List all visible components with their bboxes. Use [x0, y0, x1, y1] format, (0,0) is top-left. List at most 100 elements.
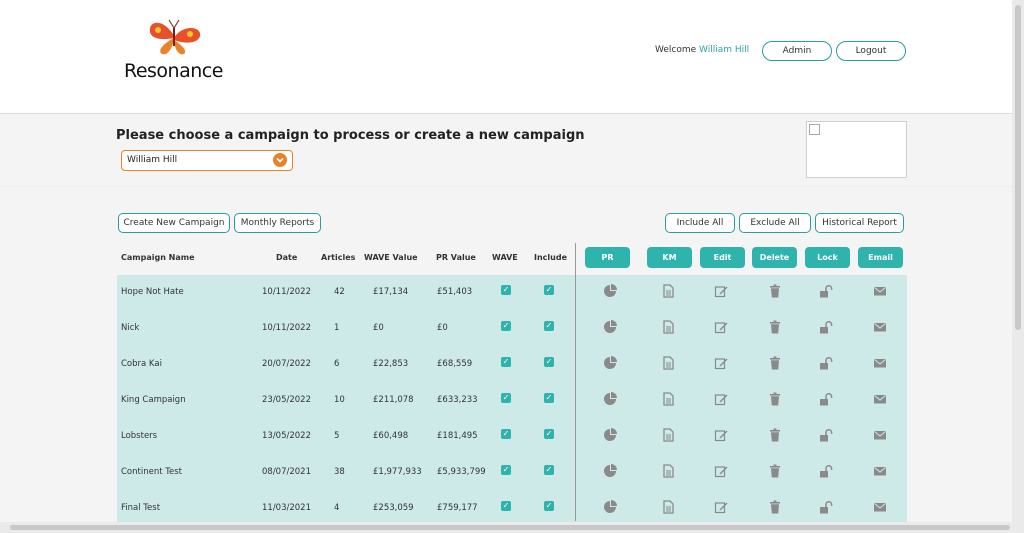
trash-icon[interactable] [768, 499, 782, 514]
table-row[interactable]: Hope Not Hate 10/11/2022 42 £17,134 £51,403 ✓… [117, 275, 907, 311]
include-all-button[interactable]: Include All [665, 213, 735, 233]
email-header-button[interactable]: Email [858, 247, 903, 268]
unlock-icon[interactable] [819, 499, 833, 514]
campaign-table-section: Create New Campaign Monthly Reports Incl… [0, 187, 1012, 522]
logout-button[interactable]: Logout [836, 41, 906, 61]
edit-icon[interactable] [714, 499, 728, 514]
chooser-title: Please choose a campaign to process or c… [116, 128, 585, 143]
lock-header-button[interactable]: Lock [805, 247, 850, 268]
document-icon[interactable] [661, 283, 675, 298]
horizontal-scrollbar[interactable] [0, 522, 1024, 533]
unlock-icon[interactable] [819, 427, 833, 442]
cell-wave-value: £60,498 [373, 431, 409, 441]
document-icon[interactable] [661, 463, 675, 478]
edit-icon[interactable] [714, 319, 728, 334]
cell-name[interactable]: Cobra Kai [121, 359, 162, 369]
document-icon[interactable] [661, 391, 675, 406]
col-articles: Articles [321, 253, 356, 262]
cell-name[interactable]: Continent Test [121, 467, 182, 477]
pie-chart-icon[interactable] [603, 355, 617, 369]
include-checkbox[interactable]: ✓ [544, 321, 554, 331]
monthly-reports-button[interactable]: Monthly Reports [234, 213, 321, 233]
cell-articles: 4 [334, 503, 340, 513]
envelope-icon[interactable] [873, 463, 887, 477]
edit-header-button[interactable]: Edit [700, 247, 745, 268]
pr-report-header-button[interactable]: PR Report [585, 247, 630, 283]
admin-button[interactable]: Admin [762, 41, 832, 61]
trash-icon[interactable] [768, 427, 782, 442]
include-checkbox[interactable]: ✓ [544, 393, 554, 403]
pie-chart-icon[interactable] [603, 391, 617, 405]
envelope-icon[interactable] [873, 319, 887, 333]
wave-checkbox[interactable]: ✓ [501, 465, 511, 475]
pie-chart-icon[interactable] [603, 319, 617, 333]
col-wave: WAVE [492, 253, 518, 262]
pie-chart-icon[interactable] [603, 427, 617, 441]
pie-chart-icon[interactable] [603, 463, 617, 477]
table-row[interactable]: Lobsters 13/05/2022 5 £60,498 £181,495 ✓ ✓ [117, 419, 907, 455]
envelope-icon[interactable] [873, 499, 887, 513]
edit-icon[interactable] [714, 463, 728, 478]
envelope-icon[interactable] [873, 355, 887, 369]
logo-text: Resonance [124, 60, 223, 82]
document-icon[interactable] [661, 499, 675, 514]
cell-name[interactable]: Hope Not Hate [121, 287, 184, 297]
edit-icon[interactable] [714, 355, 728, 370]
trash-icon[interactable] [768, 391, 782, 406]
wave-checkbox[interactable]: ✓ [501, 393, 511, 403]
include-checkbox[interactable]: ✓ [544, 357, 554, 367]
vertical-scrollbar[interactable] [1012, 0, 1024, 522]
delete-header-button[interactable]: Delete [752, 247, 797, 268]
km-header-button[interactable]: KM [647, 247, 692, 268]
cell-pr-value: £51,403 [437, 287, 473, 297]
envelope-icon[interactable] [873, 391, 887, 405]
cell-name[interactable]: Final Test [121, 503, 160, 513]
cell-name[interactable]: King Campaign [121, 395, 186, 405]
pie-chart-icon[interactable] [603, 283, 617, 297]
include-checkbox[interactable]: ✓ [544, 465, 554, 475]
unlock-icon[interactable] [819, 283, 833, 298]
campaign-select[interactable]: William Hill [121, 150, 293, 171]
include-checkbox[interactable]: ✓ [544, 429, 554, 439]
unlock-icon[interactable] [819, 391, 833, 406]
wave-checkbox[interactable]: ✓ [501, 321, 511, 331]
broken-image-icon [809, 124, 820, 135]
unlock-icon[interactable] [819, 463, 833, 478]
table-row[interactable]: King Campaign 23/05/2022 10 £211,078 £633,23… [117, 383, 907, 419]
wave-checkbox[interactable]: ✓ [501, 357, 511, 367]
table-row[interactable]: Continent Test 08/07/2021 38 £1,977,933 £5,9… [117, 455, 907, 491]
pie-chart-icon[interactable] [603, 499, 617, 513]
cell-date: 13/05/2022 [262, 431, 311, 441]
edit-icon[interactable] [714, 283, 728, 298]
envelope-icon[interactable] [873, 283, 887, 297]
cell-name[interactable]: Nick [121, 323, 139, 333]
unlock-icon[interactable] [819, 355, 833, 370]
wave-checkbox[interactable]: ✓ [501, 501, 511, 511]
trash-icon[interactable] [768, 355, 782, 370]
document-icon[interactable] [661, 427, 675, 442]
include-checkbox[interactable]: ✓ [544, 285, 554, 295]
exclude-all-button[interactable]: Exclude All [739, 213, 811, 233]
wave-checkbox[interactable]: ✓ [501, 285, 511, 295]
trash-icon[interactable] [768, 319, 782, 334]
cell-pr-value: £759,177 [437, 503, 478, 513]
cell-articles: 5 [334, 431, 340, 441]
cell-articles: 10 [334, 395, 345, 405]
table-row[interactable]: Cobra Kai 20/07/2022 6 £22,853 £68,559 ✓ ✓ [117, 347, 907, 383]
cell-name[interactable]: Lobsters [121, 431, 157, 441]
edit-icon[interactable] [714, 391, 728, 406]
table-row[interactable]: Nick 10/11/2022 1 £0 £0 ✓ ✓ [117, 311, 907, 347]
edit-icon[interactable] [714, 427, 728, 442]
create-new-campaign-button[interactable]: Create New Campaign [118, 213, 230, 233]
include-checkbox[interactable]: ✓ [544, 501, 554, 511]
unlock-icon[interactable] [819, 319, 833, 334]
envelope-icon[interactable] [873, 427, 887, 441]
document-icon[interactable] [661, 319, 675, 334]
trash-icon[interactable] [768, 463, 782, 478]
welcome-user-name[interactable]: William Hill [699, 45, 749, 55]
resonance-logo[interactable]: Resonance [122, 16, 227, 86]
document-icon[interactable] [661, 355, 675, 370]
wave-checkbox[interactable]: ✓ [501, 429, 511, 439]
trash-icon[interactable] [768, 283, 782, 298]
historical-report-button[interactable]: Historical Report [815, 213, 904, 233]
